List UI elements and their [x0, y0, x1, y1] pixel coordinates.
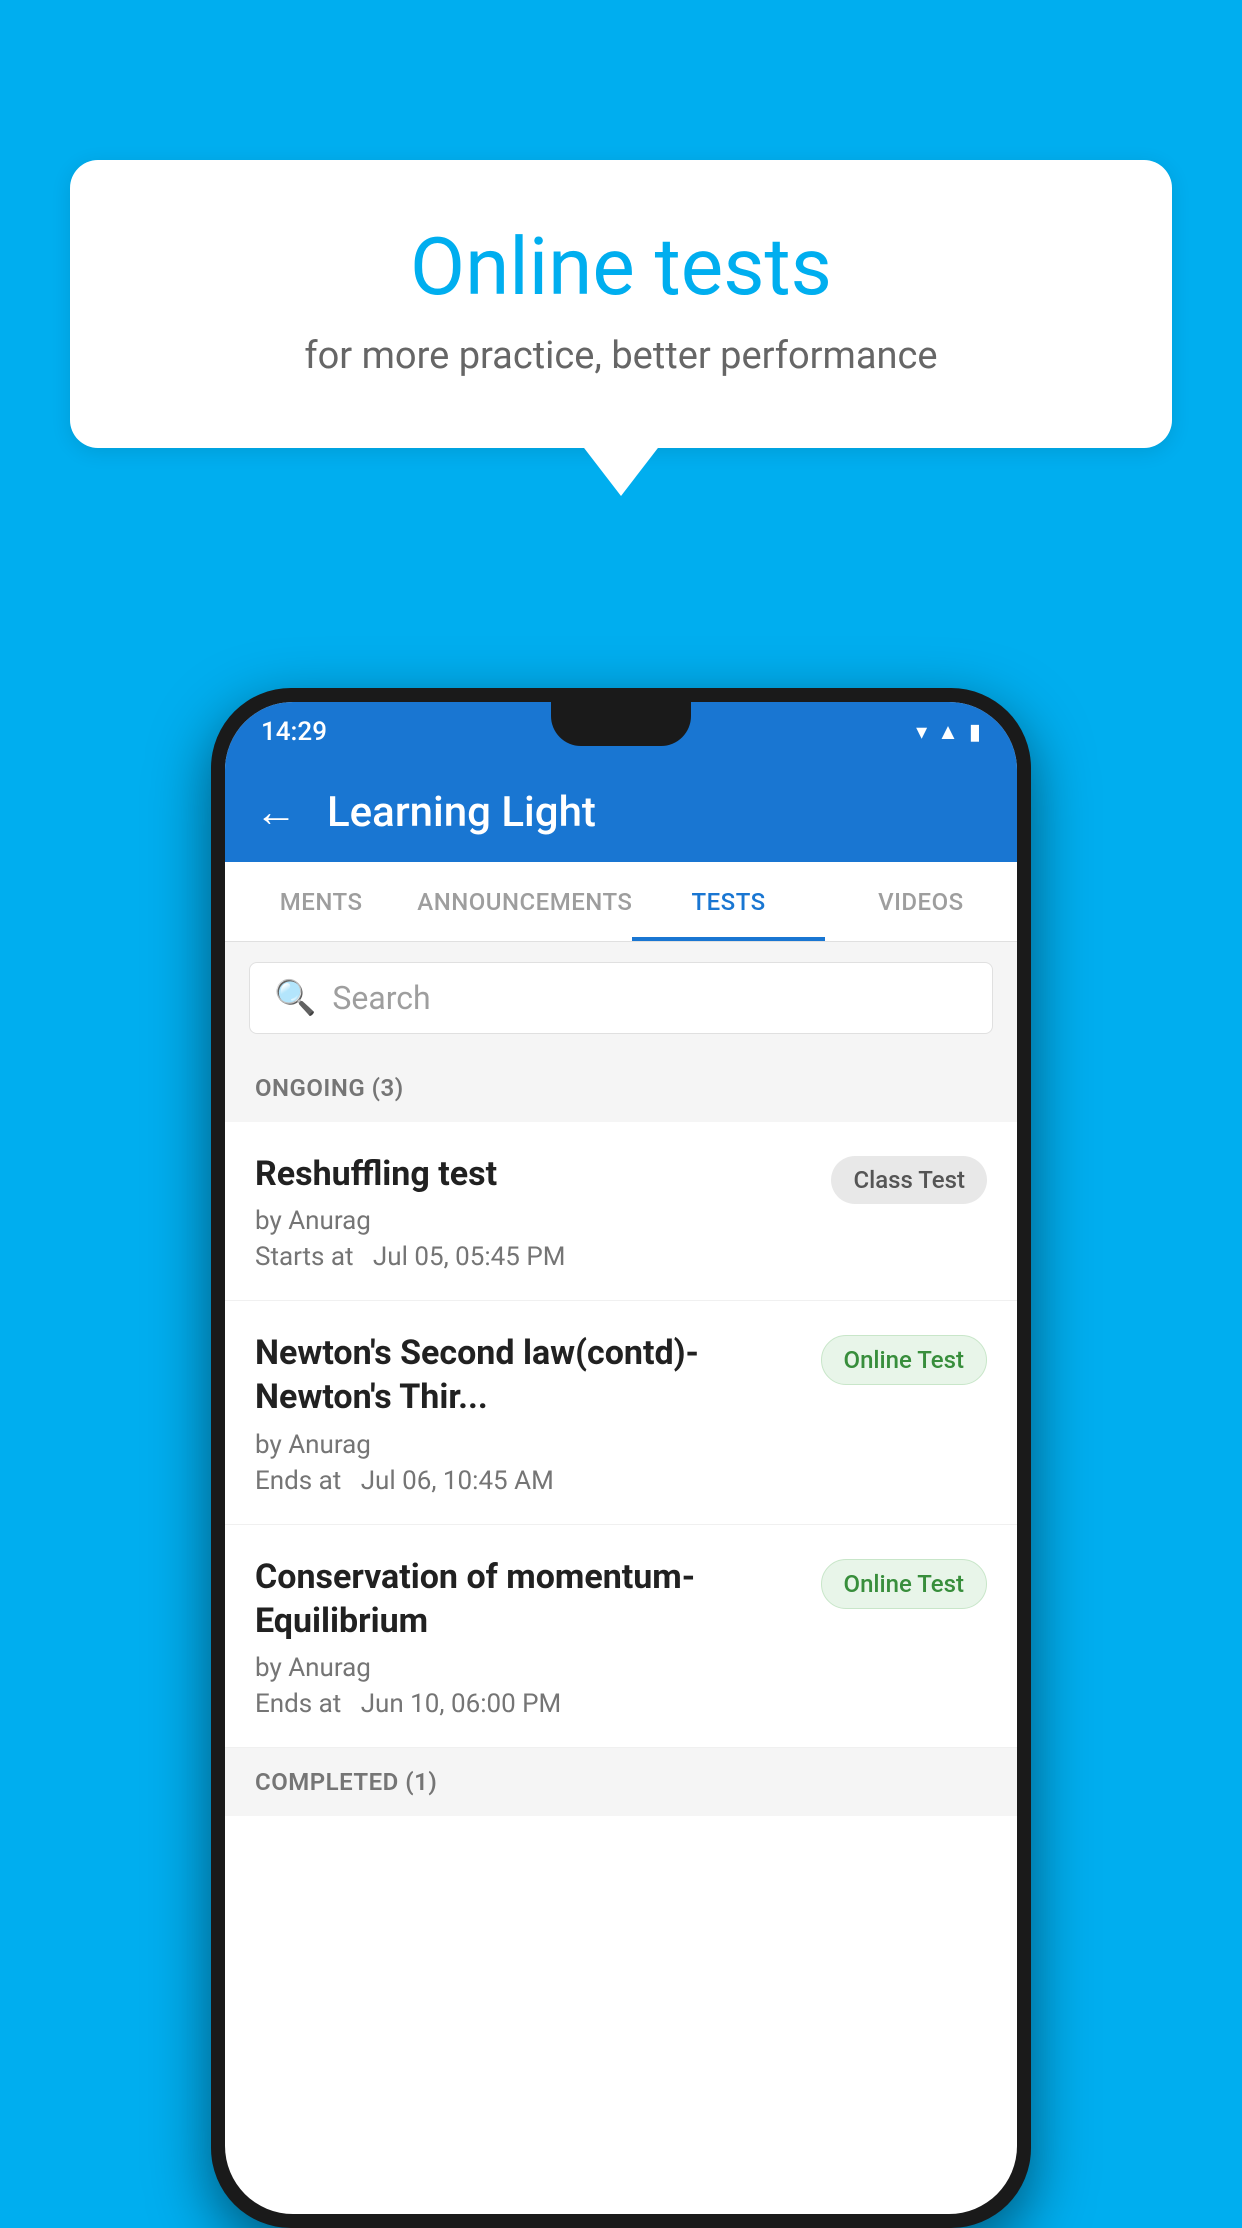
test-item-2[interactable]: Newton's Second law(contd)-Newton's Thir…	[225, 1301, 1017, 1524]
test-info-3: Conservation of momentum-Equilibrium by …	[255, 1555, 801, 1719]
test-author-3: by Anurag	[255, 1653, 801, 1683]
status-icons: ▾ ▲ ▮	[916, 719, 981, 745]
tabs-bar: MENTS ANNOUNCEMENTS TESTS VIDEOS	[225, 862, 1017, 942]
bubble-title: Online tests	[150, 220, 1092, 314]
test-time-2: Ends at Jul 06, 10:45 AM	[255, 1466, 801, 1496]
search-input[interactable]: Search	[332, 979, 430, 1017]
tab-announcements[interactable]: ANNOUNCEMENTS	[417, 862, 632, 941]
battery-icon: ▮	[969, 720, 981, 745]
phone-frame: 14:29 ▾ ▲ ▮ ← Learning Light MENTS ANNOU…	[211, 688, 1031, 2228]
test-time-3: Ends at Jun 10, 06:00 PM	[255, 1689, 801, 1719]
test-info-1: Reshuffling test by Anurag Starts at Jul…	[255, 1152, 811, 1272]
bubble-subtitle: for more practice, better performance	[150, 334, 1092, 378]
test-item-3[interactable]: Conservation of momentum-Equilibrium by …	[225, 1525, 1017, 1748]
test-list: Reshuffling test by Anurag Starts at Jul…	[225, 1122, 1017, 1748]
search-container: 🔍 Search	[225, 942, 1017, 1054]
badge-class-test-1: Class Test	[831, 1156, 987, 1204]
tab-tests[interactable]: TESTS	[632, 862, 824, 941]
speech-bubble-container: Online tests for more practice, better p…	[70, 160, 1172, 448]
test-info-2: Newton's Second law(contd)-Newton's Thir…	[255, 1331, 801, 1495]
status-bar: 14:29 ▾ ▲ ▮	[225, 702, 1017, 762]
test-author-2: by Anurag	[255, 1430, 801, 1460]
test-time-1: Starts at Jul 05, 05:45 PM	[255, 1242, 811, 1272]
notch	[551, 702, 691, 746]
phone-inner: 14:29 ▾ ▲ ▮ ← Learning Light MENTS ANNOU…	[225, 702, 1017, 2214]
app-title: Learning Light	[327, 788, 596, 837]
badge-online-test-3: Online Test	[821, 1559, 987, 1609]
tab-videos[interactable]: VIDEOS	[825, 862, 1017, 941]
tab-ments[interactable]: MENTS	[225, 862, 417, 941]
badge-online-test-2: Online Test	[821, 1335, 987, 1385]
test-title-3: Conservation of momentum-Equilibrium	[255, 1555, 801, 1643]
search-icon: 🔍	[274, 978, 316, 1018]
ongoing-header: ONGOING (3)	[225, 1054, 1017, 1122]
speech-bubble: Online tests for more practice, better p…	[70, 160, 1172, 448]
test-author-1: by Anurag	[255, 1206, 811, 1236]
test-item-1[interactable]: Reshuffling test by Anurag Starts at Jul…	[225, 1122, 1017, 1301]
app-bar: ← Learning Light	[225, 762, 1017, 862]
test-title-2: Newton's Second law(contd)-Newton's Thir…	[255, 1331, 801, 1419]
wifi-icon: ▾	[916, 720, 927, 745]
completed-header: COMPLETED (1)	[225, 1748, 1017, 1816]
search-bar[interactable]: 🔍 Search	[249, 962, 993, 1034]
status-time: 14:29	[261, 717, 327, 747]
test-title-1: Reshuffling test	[255, 1152, 811, 1196]
back-button[interactable]: ←	[255, 788, 297, 837]
signal-icon: ▲	[937, 719, 959, 745]
